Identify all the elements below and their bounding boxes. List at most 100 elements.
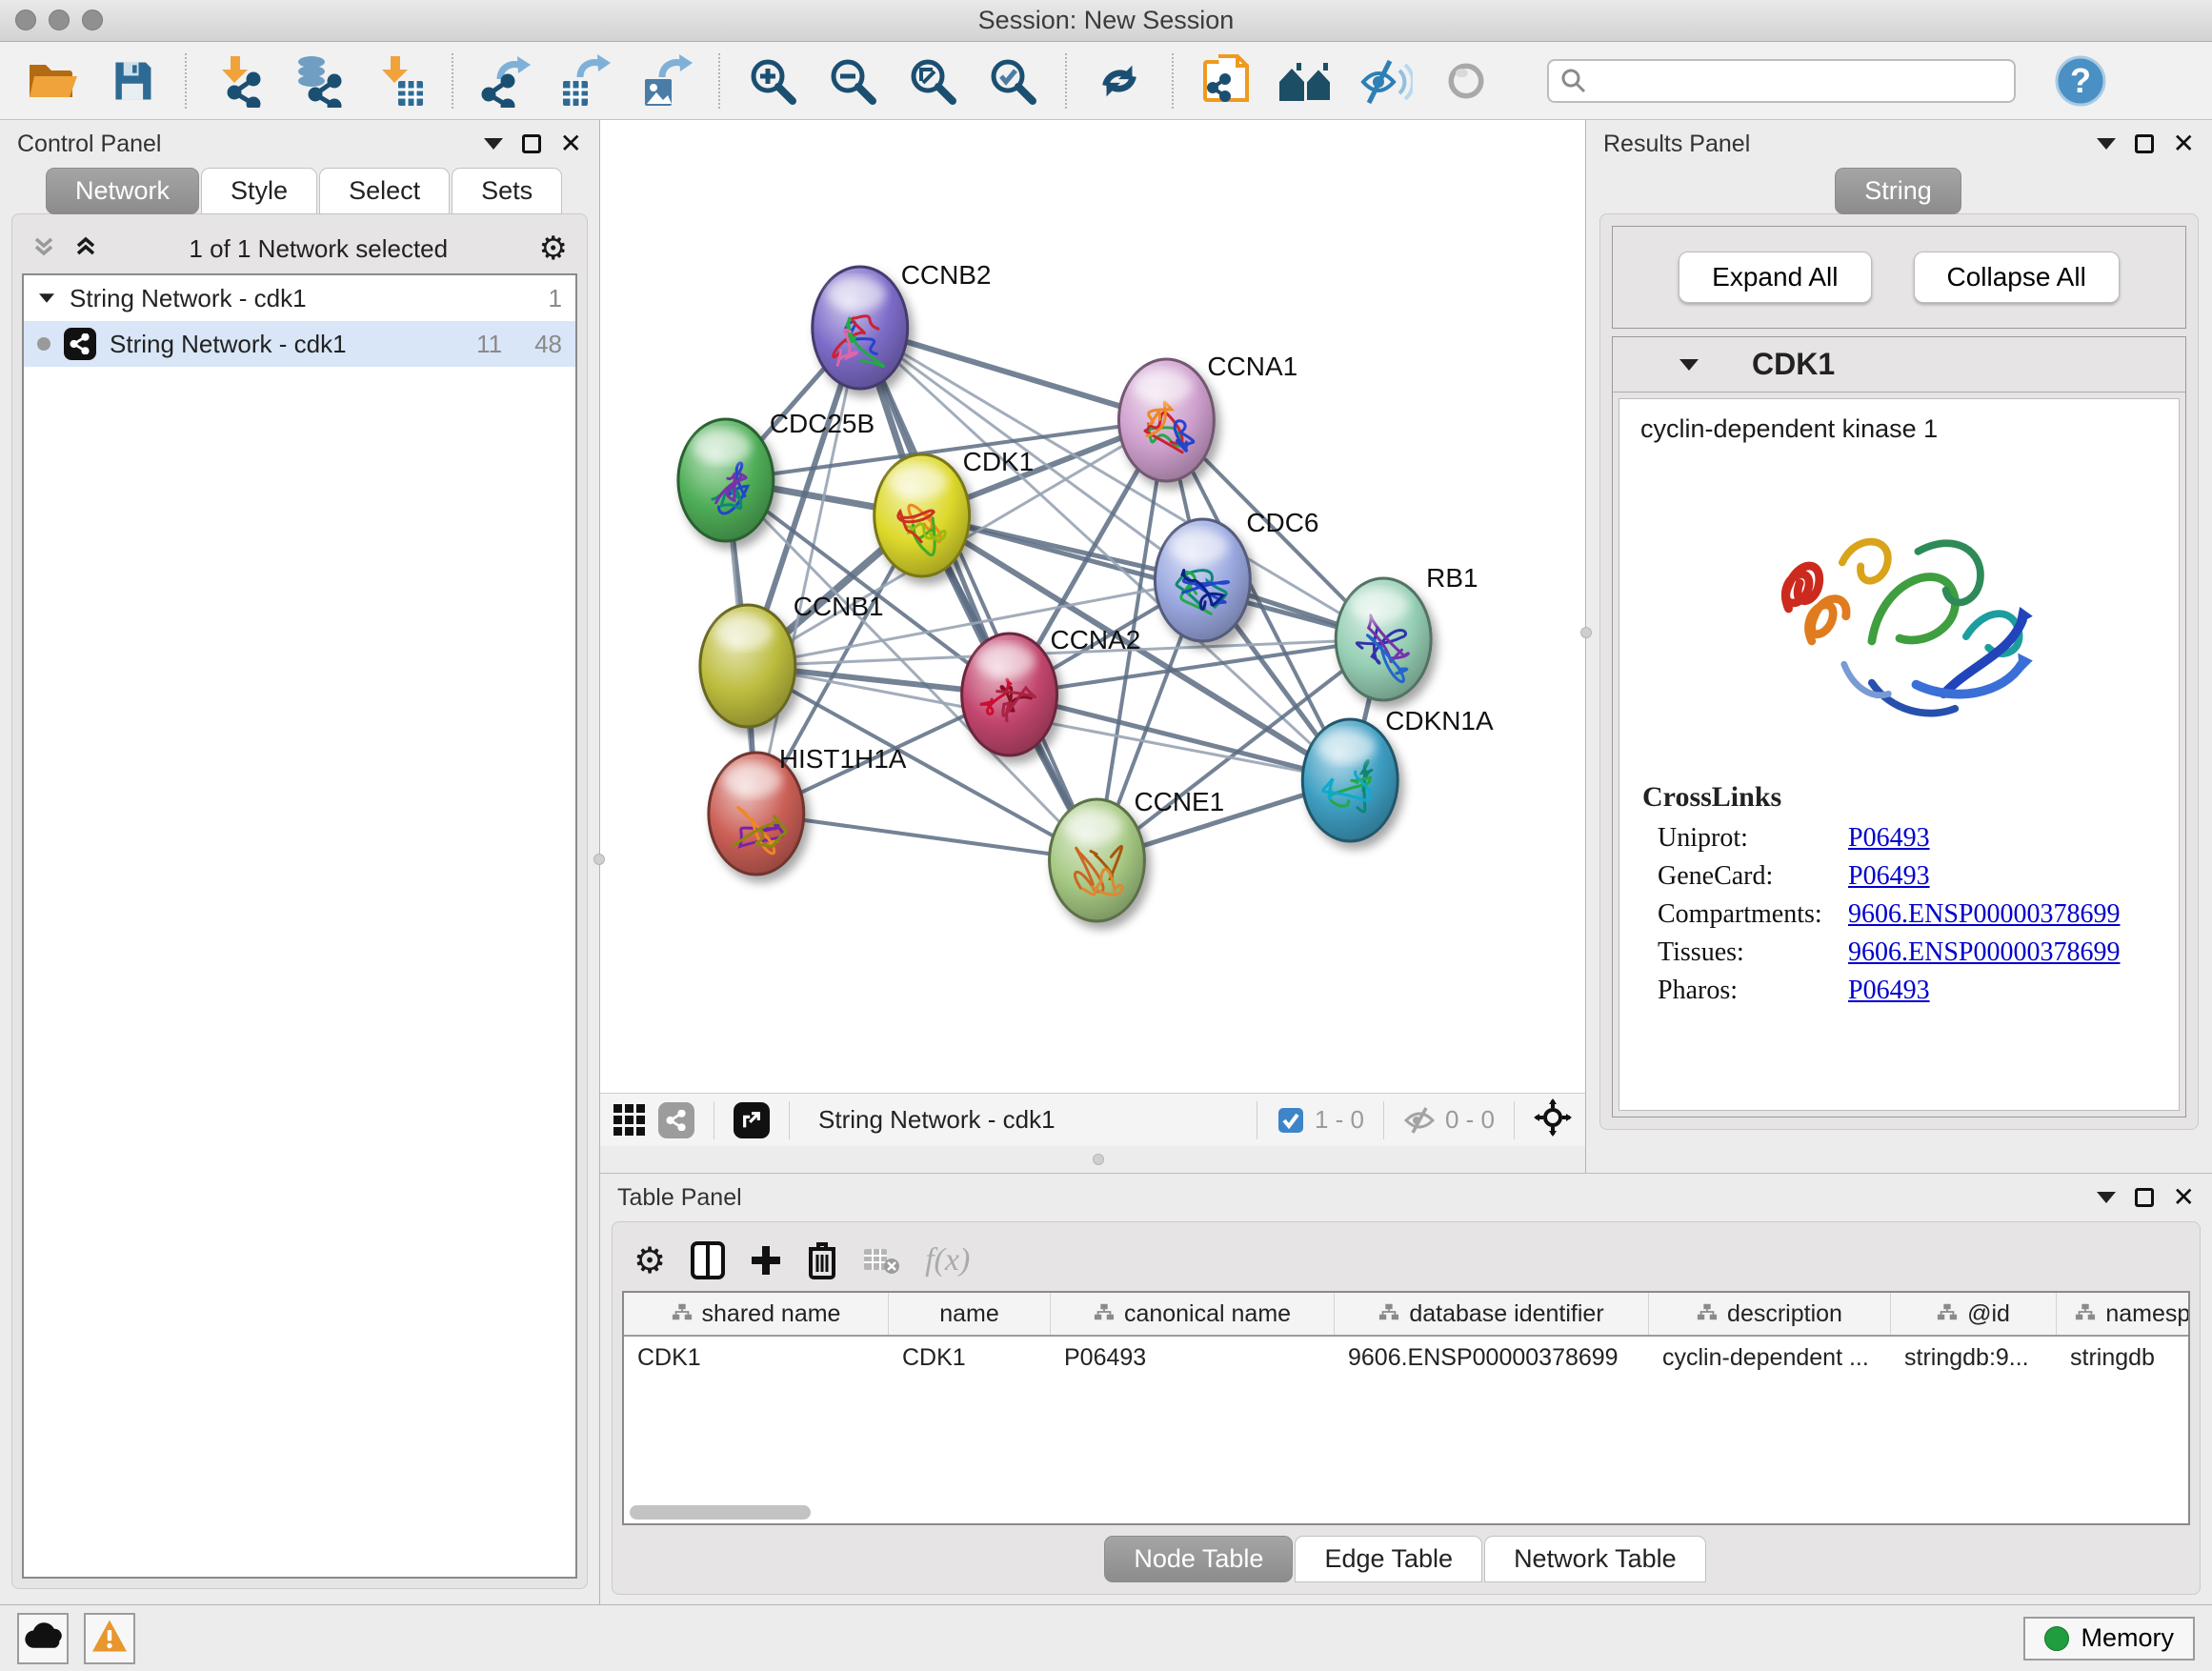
left-splitter-handle[interactable] bbox=[593, 854, 605, 865]
horizontal-scrollbar-thumb[interactable] bbox=[630, 1505, 811, 1520]
network-node-CCNA2[interactable] bbox=[962, 634, 1057, 755]
compartments-link[interactable]: 9606.ENSP00000378699 bbox=[1848, 899, 2120, 930]
export-network-button[interactable] bbox=[469, 48, 543, 114]
tab-network[interactable]: Network bbox=[46, 168, 199, 214]
network-edge-CCNE1-HIST1H1A[interactable] bbox=[756, 814, 1097, 860]
tab-sets[interactable]: Sets bbox=[452, 168, 562, 214]
search-input[interactable] bbox=[1547, 59, 2016, 103]
export-image-button[interactable] bbox=[629, 48, 703, 114]
string-view-icon[interactable] bbox=[658, 1102, 694, 1138]
hide-selected-button[interactable] bbox=[1349, 48, 1423, 114]
tab-string-results[interactable]: String bbox=[1835, 168, 1961, 214]
column-header-namespace[interactable]: namespace bbox=[2057, 1293, 2190, 1335]
help-button[interactable]: ? bbox=[2054, 54, 2107, 108]
open-session-button[interactable] bbox=[15, 48, 90, 114]
expand-all-networks-icon[interactable] bbox=[73, 234, 98, 264]
gene-section-header[interactable]: CDK1 bbox=[1613, 337, 2185, 393]
close-panel-icon[interactable]: ✕ bbox=[560, 134, 582, 153]
export-table-button[interactable] bbox=[549, 48, 623, 114]
zoom-selected-button[interactable] bbox=[975, 48, 1050, 114]
network-edge-CCNB2-CCNE1[interactable] bbox=[860, 328, 1097, 860]
collection-expander-icon[interactable] bbox=[39, 293, 54, 303]
pharos-link[interactable]: P06493 bbox=[1848, 976, 1930, 1006]
float-panel-icon[interactable] bbox=[2135, 134, 2154, 153]
network-node-CDC6[interactable] bbox=[1155, 519, 1250, 641]
close-panel-icon[interactable]: ✕ bbox=[2173, 1188, 2195, 1207]
network-node-CDC25B[interactable] bbox=[678, 419, 774, 541]
column-header-canonical-name[interactable]: canonical name bbox=[1051, 1293, 1335, 1335]
gene-expander-icon[interactable] bbox=[1679, 359, 1699, 371]
function-builder-icon[interactable]: f(x) bbox=[925, 1242, 970, 1278]
share-network-document-button[interactable] bbox=[1189, 48, 1263, 114]
crosslinks-section: CrossLinks Uniprot:P06493 GeneCard:P0649… bbox=[1642, 781, 2163, 1006]
warnings-button[interactable] bbox=[84, 1613, 135, 1664]
open-in-window-icon[interactable] bbox=[734, 1102, 770, 1138]
float-panel-icon[interactable] bbox=[522, 134, 541, 153]
import-network-button[interactable] bbox=[202, 48, 276, 114]
tissues-link[interactable]: 9606.ENSP00000378699 bbox=[1848, 937, 2120, 968]
close-panel-icon[interactable]: ✕ bbox=[2173, 134, 2195, 153]
import-table-button[interactable] bbox=[362, 48, 436, 114]
tab-select[interactable]: Select bbox=[319, 168, 450, 214]
string-home-button[interactable] bbox=[1269, 48, 1343, 114]
network-node-CDK1[interactable] bbox=[875, 454, 970, 576]
zoom-fit-button[interactable] bbox=[895, 48, 970, 114]
panel-menu-icon[interactable] bbox=[2097, 138, 2116, 150]
panel-menu-icon[interactable] bbox=[484, 138, 503, 150]
column-header-shared-name[interactable]: shared name bbox=[624, 1293, 889, 1335]
collapse-all-button[interactable]: Collapse All bbox=[1914, 252, 2120, 303]
column-header-description[interactable]: description bbox=[1649, 1293, 1891, 1335]
fit-selected-crosshair-icon[interactable] bbox=[1534, 1098, 1572, 1141]
network-row[interactable]: String Network - cdk1 11 48 bbox=[24, 321, 575, 367]
tab-style[interactable]: Style bbox=[201, 168, 317, 214]
show-columns-icon[interactable] bbox=[691, 1241, 725, 1279]
uniprot-link[interactable]: P06493 bbox=[1848, 823, 1930, 854]
float-panel-icon[interactable] bbox=[2135, 1188, 2154, 1207]
horizontal-splitter[interactable] bbox=[600, 1146, 1585, 1173]
show-all-button[interactable] bbox=[1429, 48, 1503, 114]
network-collection-box: 1 of 1 Network selected ⚙ String Network… bbox=[11, 213, 588, 1589]
selected-checkbox-icon[interactable] bbox=[1277, 1106, 1305, 1135]
network-node-CCNA1[interactable] bbox=[1118, 359, 1214, 481]
clear-table-icon[interactable] bbox=[862, 1245, 900, 1276]
cloud-status-button[interactable] bbox=[17, 1613, 69, 1664]
create-column-icon[interactable] bbox=[750, 1244, 782, 1277]
column-header-name[interactable]: name bbox=[889, 1293, 1051, 1335]
expand-all-button[interactable]: Expand All bbox=[1679, 252, 1871, 303]
save-session-button[interactable] bbox=[95, 48, 170, 114]
import-database-button[interactable] bbox=[282, 48, 356, 114]
table-options-gear-icon[interactable]: ⚙ bbox=[633, 1244, 666, 1277]
table-row[interactable]: CDK1 CDK1 P06493 9606.ENSP00000378699 cy… bbox=[624, 1337, 2188, 1379]
network-node-CCNB2[interactable] bbox=[813, 267, 908, 389]
tab-edge-table[interactable]: Edge Table bbox=[1295, 1536, 1482, 1582]
tab-network-table[interactable]: Network Table bbox=[1484, 1536, 1706, 1582]
network-graph[interactable]: CCNB2CCNA1CDC25BCDK1CDC6RB1CCNB1CCNA2CDK… bbox=[600, 120, 1585, 1093]
network-options-gear-icon[interactable]: ⚙ bbox=[539, 232, 568, 265]
zoom-window-button[interactable] bbox=[82, 10, 103, 30]
panel-menu-icon[interactable] bbox=[2097, 1192, 2116, 1203]
zoom-in-button[interactable] bbox=[735, 48, 810, 114]
network-node-CCNE1[interactable] bbox=[1050, 799, 1145, 921]
network-node-RB1[interactable] bbox=[1336, 578, 1431, 700]
delete-column-icon[interactable] bbox=[807, 1241, 837, 1279]
collapse-all-networks-icon[interactable] bbox=[31, 234, 56, 264]
zoom-out-button[interactable] bbox=[815, 48, 890, 114]
network-node-CDKN1A[interactable] bbox=[1302, 719, 1398, 841]
birds-eye-view-icon[interactable] bbox=[613, 1104, 645, 1136]
hidden-eye-icon[interactable] bbox=[1403, 1106, 1436, 1135]
right-splitter-handle[interactable] bbox=[1580, 627, 1592, 638]
cell-canonical-name: P06493 bbox=[1051, 1344, 1335, 1372]
refresh-view-button[interactable] bbox=[1082, 48, 1156, 114]
network-collection-row[interactable]: String Network - cdk1 1 bbox=[24, 275, 575, 321]
genecard-link[interactable]: P06493 bbox=[1848, 861, 1930, 892]
close-window-button[interactable] bbox=[15, 10, 36, 30]
minimize-window-button[interactable] bbox=[49, 10, 70, 30]
column-header-id[interactable]: @id bbox=[1891, 1293, 2057, 1335]
memory-button[interactable]: Memory bbox=[2023, 1617, 2195, 1661]
network-node-CCNB1[interactable] bbox=[700, 605, 795, 727]
column-header-database-identifier[interactable]: database identifier bbox=[1335, 1293, 1649, 1335]
network-canvas[interactable]: CCNB2CCNA1CDC25BCDK1CDC6RB1CCNB1CCNA2CDK… bbox=[600, 120, 1585, 1093]
network-view-title: String Network - cdk1 bbox=[818, 1105, 1056, 1135]
toolbar-separator bbox=[1172, 53, 1174, 109]
tab-node-table[interactable]: Node Table bbox=[1104, 1536, 1293, 1582]
